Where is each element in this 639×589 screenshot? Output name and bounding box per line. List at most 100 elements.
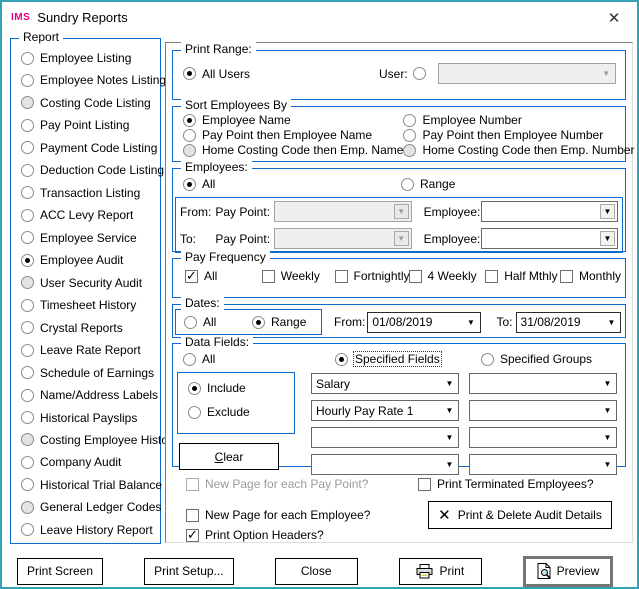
report-option[interactable]: User Security Audit [21, 276, 158, 290]
sort-option-label: Pay Point then Employee Number [422, 128, 603, 142]
specified-groups-radio[interactable]: Specified Groups [481, 352, 592, 366]
from-employee-combobox[interactable]: ▼ [481, 201, 618, 222]
date-from-combobox[interactable]: 01/08/2019 ▼ [367, 312, 480, 333]
print-setup-button[interactable]: Print Setup... [144, 558, 233, 585]
report-option[interactable]: Name/Address Labels [21, 388, 158, 402]
dates-group-label: Dates: [181, 296, 224, 310]
report-option[interactable]: General Ledger Codes [21, 500, 158, 514]
radio-icon [21, 231, 34, 244]
report-option[interactable]: Costing Employee History [21, 433, 158, 447]
sort-group-label: Sort Employees By [181, 98, 291, 112]
pay-frequency-checkbox[interactable]: Weekly [262, 269, 335, 283]
report-option[interactable]: Crystal Reports [21, 321, 158, 335]
settings-panel: Print Range: All Users User: ▼ Sort Emp [165, 42, 633, 543]
field-combobox[interactable]: ▼ [311, 454, 459, 475]
exclude-label: Exclude [207, 405, 250, 419]
dates-all-radio[interactable]: All [184, 315, 252, 329]
field-combo-column-left: Salary ▼ Hourly Pay Rate 1 ▼ ▼ [311, 372, 459, 475]
dates-all-label: All [203, 315, 216, 329]
close-icon[interactable]: ✕ [601, 6, 627, 30]
checkbox-icon [185, 270, 198, 283]
report-option[interactable]: Payment Code Listing [21, 141, 158, 155]
report-option-label: General Ledger Codes [40, 500, 161, 514]
report-option[interactable]: Employee Audit [21, 253, 158, 267]
radio-icon [21, 299, 34, 312]
chevron-down-icon: ▼ [394, 231, 409, 246]
report-option[interactable]: Timesheet History [21, 298, 158, 312]
pay-frequency-checkbox[interactable]: Half Mthly [485, 269, 560, 283]
report-option[interactable]: Leave Rate Report [21, 343, 158, 357]
report-group: Report Employee Listing Employee Notes L… [10, 38, 161, 544]
data-fields-all-radio[interactable]: All [183, 352, 335, 366]
print-screen-button[interactable]: Print Screen [17, 558, 103, 585]
report-option[interactable]: Employee Notes Listing [21, 73, 158, 87]
field-combobox[interactable]: ▼ [469, 373, 617, 394]
preview-button[interactable]: Preview [523, 556, 613, 587]
pay-frequency-checkbox[interactable]: 4 Weekly [409, 269, 486, 283]
sort-option[interactable]: Home Costing Code then Emp. Name [183, 143, 403, 157]
print-option-headers-checkbox[interactable]: Print Option Headers? [186, 528, 418, 542]
radio-icon [21, 209, 34, 222]
chevron-down-icon: ▼ [441, 460, 458, 469]
clear-button[interactable]: Clear [179, 443, 279, 470]
field-combo-column-right: ▼ ▼ ▼ [469, 372, 617, 475]
report-option[interactable]: Historical Trial Balance [21, 478, 158, 492]
sort-option-label: Employee Name [202, 113, 291, 127]
report-option[interactable]: Leave History Report [21, 523, 158, 537]
report-option[interactable]: Employee Service [21, 231, 158, 245]
pay-frequency-checkbox[interactable]: Fortnightly [335, 269, 409, 283]
field-combobox[interactable]: Salary ▼ [311, 373, 459, 394]
pay-frequency-checkbox[interactable]: Monthly [560, 269, 621, 283]
report-option[interactable]: Company Audit [21, 455, 158, 469]
new-page-employee-checkbox[interactable]: New Page for each Employee? [186, 508, 418, 522]
sort-option[interactable]: Employee Name [183, 113, 403, 127]
report-option[interactable]: Employee Listing [21, 51, 158, 65]
report-option[interactable]: Transaction Listing [21, 186, 158, 200]
all-users-radio[interactable]: All Users [183, 67, 379, 81]
print-delete-audit-label: Print & Delete Audit Details [458, 508, 602, 522]
print-delete-audit-button[interactable]: ✕ Print & Delete Audit Details [428, 501, 612, 529]
include-radio[interactable]: Include [188, 381, 294, 395]
report-option[interactable]: Schedule of Earnings [21, 366, 158, 380]
radio-icon [481, 353, 494, 366]
sort-option[interactable]: Home Costing Code then Emp. Number [403, 143, 634, 157]
employees-all-radio[interactable]: All [183, 177, 401, 191]
report-option-label: Employee Service [40, 231, 137, 245]
specified-fields-radio[interactable]: Specified Fields [335, 352, 481, 366]
dates-range-radio[interactable]: Range [252, 315, 306, 329]
field-combobox[interactable]: ▼ [469, 400, 617, 421]
user-radio[interactable] [413, 67, 426, 80]
pay-frequency-checkbox[interactable]: All [185, 269, 262, 283]
exclude-radio[interactable]: Exclude [188, 405, 294, 419]
field-combobox[interactable]: ▼ [469, 454, 617, 475]
report-option-label: User Security Audit [40, 276, 142, 290]
radio-icon [21, 389, 34, 402]
close-button[interactable]: Close [275, 558, 358, 585]
field-combobox[interactable]: Hourly Pay Rate 1 ▼ [311, 400, 459, 421]
employees-range-radio[interactable]: Range [401, 177, 455, 191]
report-option[interactable]: Historical Payslips [21, 411, 158, 425]
print-button[interactable]: Print [399, 558, 482, 585]
report-option[interactable]: Costing Code Listing [21, 96, 158, 110]
field-combobox[interactable]: ▼ [469, 427, 617, 448]
preview-icon [537, 563, 551, 579]
new-page-employee-label: New Page for each Employee? [205, 508, 370, 522]
radio-icon [252, 316, 265, 329]
print-option-headers-label: Print Option Headers? [205, 528, 324, 542]
radio-icon [403, 114, 416, 127]
print-terminated-checkbox[interactable]: Print Terminated Employees? [418, 477, 622, 491]
radio-icon [21, 96, 34, 109]
radio-icon [21, 478, 34, 491]
field-combobox[interactable]: ▼ [311, 427, 459, 448]
sort-option[interactable]: Pay Point then Employee Name [183, 128, 403, 142]
sort-option[interactable]: Employee Number [403, 113, 634, 127]
report-option[interactable]: Pay Point Listing [21, 118, 158, 132]
chevron-down-icon: ▼ [599, 433, 616, 442]
date-to-combobox[interactable]: 31/08/2019 ▼ [516, 312, 621, 333]
to-employee-combobox[interactable]: ▼ [481, 228, 618, 249]
checkbox-icon [560, 270, 573, 283]
report-option[interactable]: Deduction Code Listing [21, 163, 158, 177]
report-option[interactable]: ACC Levy Report [21, 208, 158, 222]
radio-icon [21, 366, 34, 379]
sort-option[interactable]: Pay Point then Employee Number [403, 128, 634, 142]
